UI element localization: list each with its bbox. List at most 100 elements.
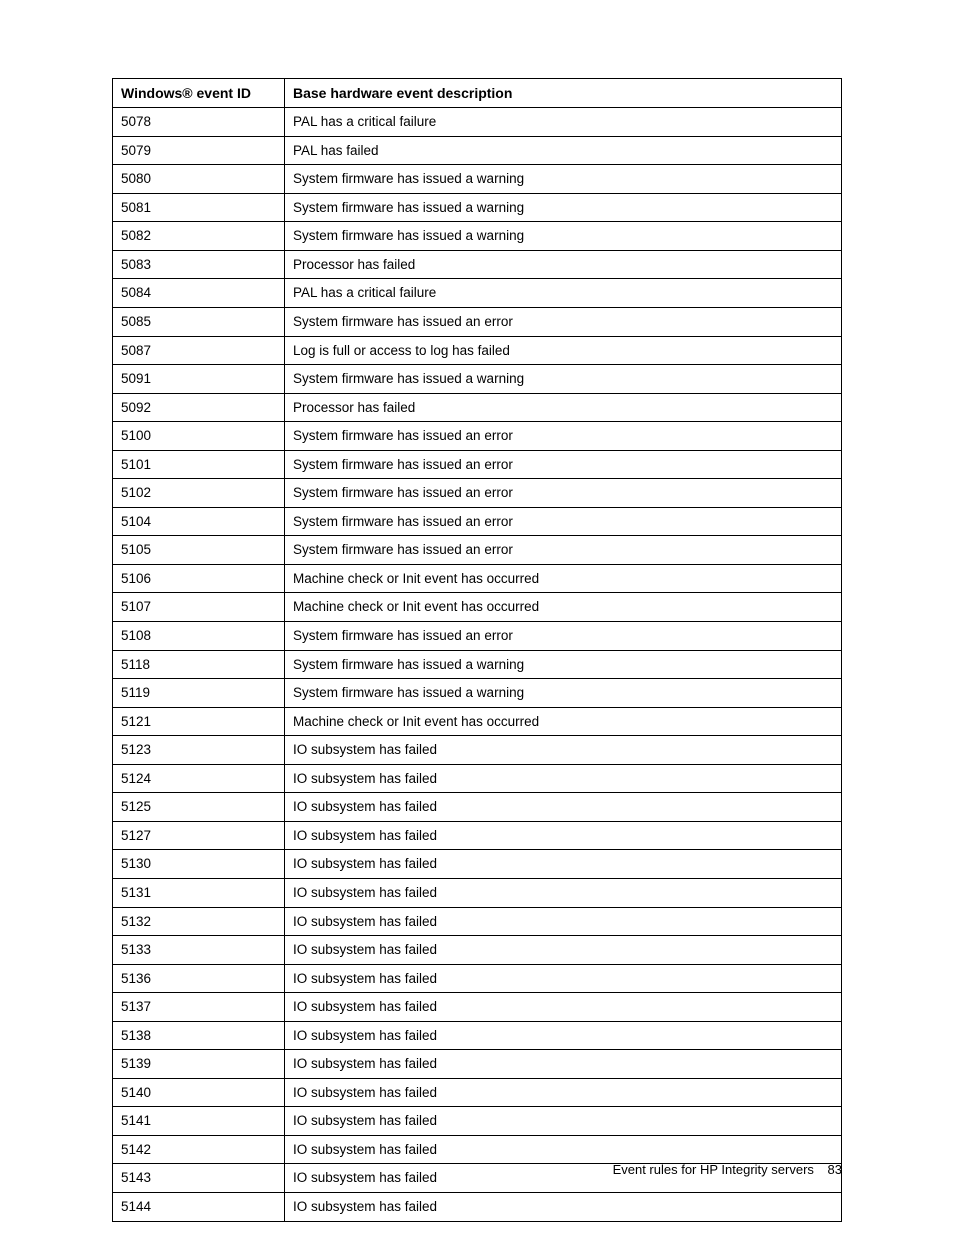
cell-event-id: 5139 xyxy=(113,1050,285,1079)
cell-event-id: 5118 xyxy=(113,650,285,679)
cell-event-desc: IO subsystem has failed xyxy=(285,1078,842,1107)
cell-event-id: 5092 xyxy=(113,393,285,422)
cell-event-id: 5082 xyxy=(113,222,285,251)
table-row: 5082System firmware has issued a warning xyxy=(113,222,842,251)
table-row: 5092Processor has failed xyxy=(113,393,842,422)
cell-event-desc: Processor has failed xyxy=(285,393,842,422)
cell-event-desc: System firmware has issued a warning xyxy=(285,650,842,679)
table-row: 5140IO subsystem has failed xyxy=(113,1078,842,1107)
cell-event-id: 5087 xyxy=(113,336,285,365)
cell-event-id: 5137 xyxy=(113,993,285,1022)
table-row: 5100System firmware has issued an error xyxy=(113,422,842,451)
table-row: 5136IO subsystem has failed xyxy=(113,964,842,993)
table-row: 5107Machine check or Init event has occu… xyxy=(113,593,842,622)
cell-event-desc: System firmware has issued a warning xyxy=(285,165,842,194)
cell-event-desc: Machine check or Init event has occurred xyxy=(285,593,842,622)
table-row: 5124IO subsystem has failed xyxy=(113,764,842,793)
table-row: 5125IO subsystem has failed xyxy=(113,793,842,822)
table-header-row: Windows® event ID Base hardware event de… xyxy=(113,79,842,108)
cell-event-id: 5136 xyxy=(113,964,285,993)
header-event-id: Windows® event ID xyxy=(113,79,285,108)
cell-event-desc: Machine check or Init event has occurred xyxy=(285,707,842,736)
cell-event-id: 5081 xyxy=(113,193,285,222)
table-row: 5101System firmware has issued an error xyxy=(113,450,842,479)
table-row: 5081System firmware has issued a warning xyxy=(113,193,842,222)
cell-event-desc: IO subsystem has failed xyxy=(285,1135,842,1164)
table-row: 5133IO subsystem has failed xyxy=(113,936,842,965)
table-row: 5132IO subsystem has failed xyxy=(113,907,842,936)
cell-event-desc: System firmware has issued an error xyxy=(285,622,842,651)
table-row: 5119System firmware has issued a warning xyxy=(113,679,842,708)
page: Windows® event ID Base hardware event de… xyxy=(0,0,954,1235)
table-row: 5079PAL has failed xyxy=(113,136,842,165)
footer-page-number: 83 xyxy=(828,1162,842,1177)
cell-event-id: 5141 xyxy=(113,1107,285,1136)
table-row: 5137IO subsystem has failed xyxy=(113,993,842,1022)
cell-event-desc: System firmware has issued a warning xyxy=(285,679,842,708)
cell-event-id: 5091 xyxy=(113,365,285,394)
cell-event-desc: IO subsystem has failed xyxy=(285,764,842,793)
table-row: 5105System firmware has issued an error xyxy=(113,536,842,565)
header-event-desc: Base hardware event description xyxy=(285,79,842,108)
table-row: 5141IO subsystem has failed xyxy=(113,1107,842,1136)
cell-event-id: 5142 xyxy=(113,1135,285,1164)
cell-event-id: 5078 xyxy=(113,108,285,137)
cell-event-desc: IO subsystem has failed xyxy=(285,878,842,907)
table-row: 5085System firmware has issued an error xyxy=(113,308,842,337)
cell-event-desc: Log is full or access to log has failed xyxy=(285,336,842,365)
cell-event-desc: IO subsystem has failed xyxy=(285,1107,842,1136)
table-row: 5139IO subsystem has failed xyxy=(113,1050,842,1079)
cell-event-id: 5108 xyxy=(113,622,285,651)
cell-event-desc: PAL has a critical failure xyxy=(285,279,842,308)
event-table: Windows® event ID Base hardware event de… xyxy=(112,78,842,1222)
cell-event-id: 5121 xyxy=(113,707,285,736)
cell-event-desc: System firmware has issued an error xyxy=(285,507,842,536)
cell-event-desc: IO subsystem has failed xyxy=(285,964,842,993)
table-row: 5080System firmware has issued a warning xyxy=(113,165,842,194)
cell-event-id: 5085 xyxy=(113,308,285,337)
cell-event-id: 5132 xyxy=(113,907,285,936)
cell-event-id: 5143 xyxy=(113,1164,285,1193)
cell-event-id: 5125 xyxy=(113,793,285,822)
table-row: 5127IO subsystem has failed xyxy=(113,821,842,850)
cell-event-desc: IO subsystem has failed xyxy=(285,993,842,1022)
table-row: 5078PAL has a critical failure xyxy=(113,108,842,137)
table-row: 5104System firmware has issued an error xyxy=(113,507,842,536)
cell-event-desc: System firmware has issued a warning xyxy=(285,222,842,251)
cell-event-desc: IO subsystem has failed xyxy=(285,736,842,765)
table-row: 5087Log is full or access to log has fai… xyxy=(113,336,842,365)
table-row: 5083Processor has failed xyxy=(113,250,842,279)
table-row: 5091System firmware has issued a warning xyxy=(113,365,842,394)
cell-event-id: 5104 xyxy=(113,507,285,536)
cell-event-desc: System firmware has issued an error xyxy=(285,479,842,508)
cell-event-id: 5138 xyxy=(113,1021,285,1050)
cell-event-id: 5130 xyxy=(113,850,285,879)
cell-event-desc: System firmware has issued an error xyxy=(285,450,842,479)
table-row: 5106Machine check or Init event has occu… xyxy=(113,564,842,593)
cell-event-id: 5102 xyxy=(113,479,285,508)
table-row: 5138IO subsystem has failed xyxy=(113,1021,842,1050)
cell-event-id: 5124 xyxy=(113,764,285,793)
cell-event-desc: Processor has failed xyxy=(285,250,842,279)
cell-event-desc: System firmware has issued an error xyxy=(285,308,842,337)
table-row: 5142IO subsystem has failed xyxy=(113,1135,842,1164)
table-row: 5130IO subsystem has failed xyxy=(113,850,842,879)
page-footer: Event rules for HP Integrity servers 83 xyxy=(613,1162,842,1177)
cell-event-desc: IO subsystem has failed xyxy=(285,936,842,965)
cell-event-id: 5144 xyxy=(113,1192,285,1221)
cell-event-id: 5083 xyxy=(113,250,285,279)
table-row: 5144IO subsystem has failed xyxy=(113,1192,842,1221)
cell-event-desc: System firmware has issued a warning xyxy=(285,193,842,222)
cell-event-id: 5100 xyxy=(113,422,285,451)
cell-event-id: 5107 xyxy=(113,593,285,622)
cell-event-desc: PAL has a critical failure xyxy=(285,108,842,137)
cell-event-id: 5119 xyxy=(113,679,285,708)
cell-event-desc: IO subsystem has failed xyxy=(285,850,842,879)
cell-event-id: 5084 xyxy=(113,279,285,308)
table-row: 5118System firmware has issued a warning xyxy=(113,650,842,679)
table-row: 5108System firmware has issued an error xyxy=(113,622,842,651)
table-row: 5084PAL has a critical failure xyxy=(113,279,842,308)
cell-event-desc: PAL has failed xyxy=(285,136,842,165)
cell-event-id: 5131 xyxy=(113,878,285,907)
table-row: 5131IO subsystem has failed xyxy=(113,878,842,907)
